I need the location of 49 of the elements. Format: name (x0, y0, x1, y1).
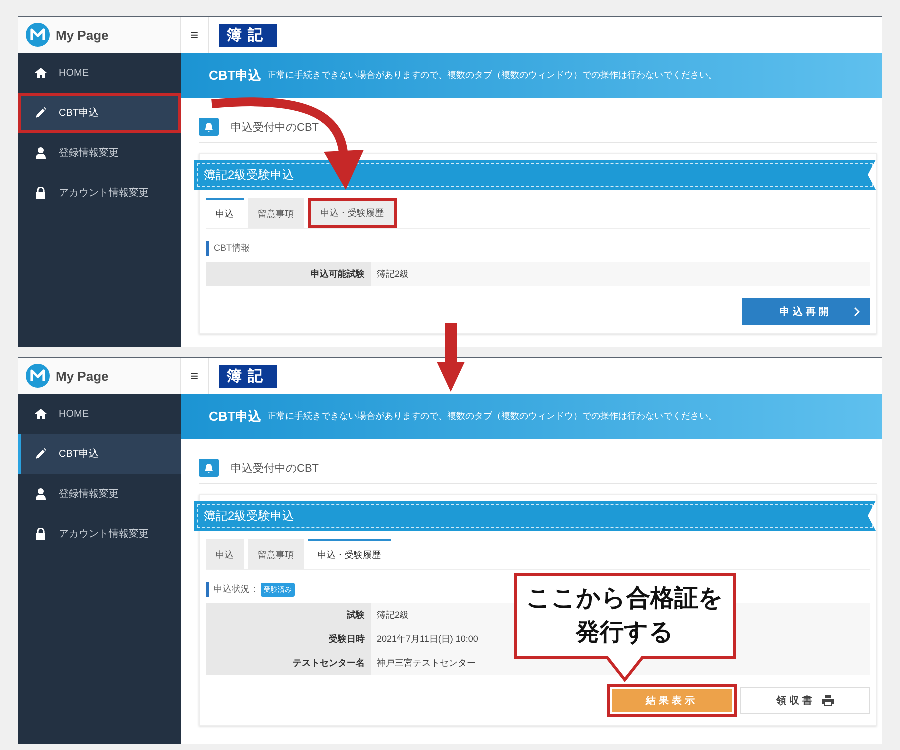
table-header-cell: 申込可能試験 (206, 262, 371, 287)
pencil-icon (35, 107, 47, 119)
section-title: 申込受付中のCBT (231, 120, 319, 134)
sidebar-item[interactable]: アカウント情報変更 (18, 514, 181, 554)
brand-label: 簿記 (219, 24, 277, 46)
logo-icon (26, 23, 50, 47)
sidebar-item[interactable]: 登録情報変更 (18, 474, 181, 514)
tab[interactable]: 申込・受験履歴 (308, 198, 397, 228)
sidebar-item[interactable]: 登録情報変更 (18, 133, 181, 173)
brand-label: 簿記 (219, 364, 277, 388)
table-cell: 簿記2級 (371, 262, 870, 287)
home-icon (35, 408, 47, 420)
table-header-cell: 受験日時 (206, 627, 371, 652)
sidebar-item[interactable]: HOME (18, 53, 181, 93)
pencil-icon (35, 448, 47, 460)
sidebar-item[interactable]: CBT申込 (18, 434, 181, 474)
banner-message: 正常に手続きできない場合がありますので、複数のタブ（複数のウィンドウ）での操作は行わないでください。 (268, 410, 718, 423)
ribbon-title: 簿記2級受験申込 (194, 501, 876, 531)
lock-icon (35, 187, 47, 199)
banner-title: CBT申込 (209, 408, 262, 426)
user-icon (35, 488, 47, 500)
site-title: My Page (56, 28, 109, 42)
table-header-cell: テストセンター名 (206, 651, 371, 676)
tab[interactable]: 留意事項 (248, 539, 304, 569)
tab[interactable]: 留意事項 (248, 198, 304, 228)
sidebar-item[interactable]: CBT申込 (18, 93, 181, 133)
user-icon (35, 147, 47, 159)
printer-icon (822, 695, 834, 706)
table-header-cell: 試験 (206, 603, 371, 628)
receipt-button[interactable]: 領収書 (740, 687, 870, 714)
callout-pointer (605, 656, 645, 682)
site-title: My Page (56, 368, 109, 384)
bell-icon (199, 118, 219, 136)
chevron-icon (854, 306, 860, 316)
home-icon (35, 67, 47, 79)
logo-icon (26, 364, 50, 388)
bell-icon (199, 459, 219, 477)
banner-title: CBT申込 (209, 66, 262, 84)
info-heading: CBT情報 (214, 242, 250, 255)
lock-icon (35, 528, 47, 540)
sidebar-item[interactable]: アカウント情報変更 (18, 173, 181, 213)
down-arrow (437, 323, 465, 392)
section-title: 申込受付中のCBT (231, 462, 319, 476)
resume-button[interactable]: 申込再開 (742, 298, 870, 325)
banner-message: 正常に手続きできない場合がありますので、複数のタブ（複数のウィンドウ）での操作は行わないでください。 (268, 69, 718, 82)
info-heading: 申込状況： (214, 583, 259, 596)
ribbon-title: 簿記2級受験申込 (194, 160, 876, 190)
tab[interactable]: 申込 (206, 539, 244, 569)
sidebar-item[interactable]: HOME (18, 394, 181, 434)
